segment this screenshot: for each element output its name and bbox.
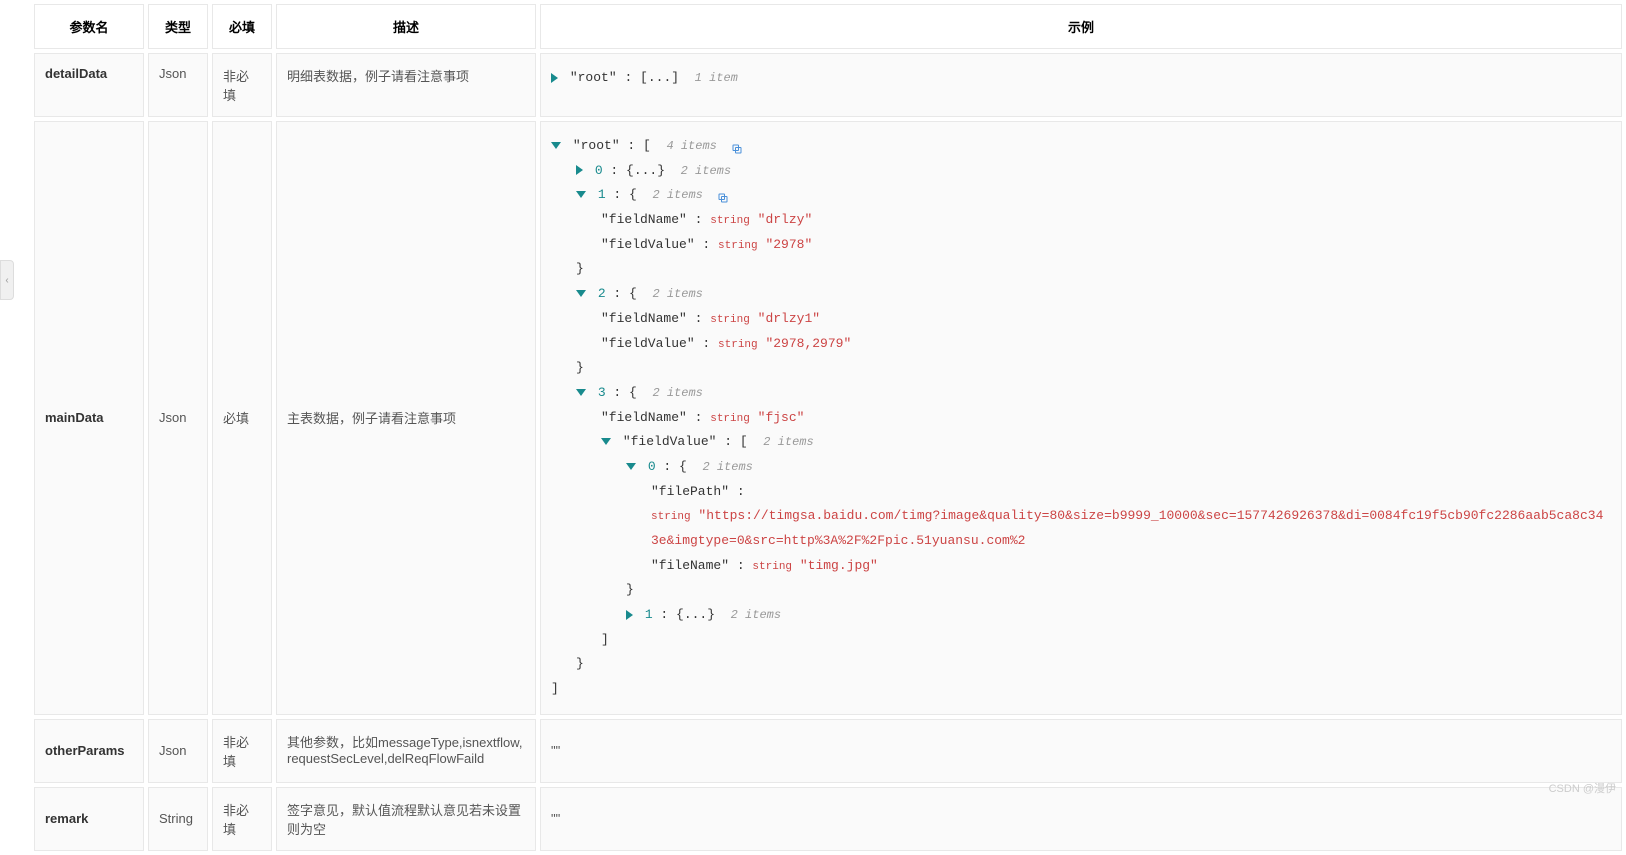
json-index: 0: [648, 459, 656, 474]
json-value: "https://timgsa.baidu.com/timg?image&qua…: [651, 508, 1603, 548]
table-row: otherParams Json 非必填 其他参数，比如messageType,…: [34, 719, 1622, 783]
cell-desc: 其他参数，比如messageType,isnextflow,requestSec…: [276, 719, 536, 783]
json-type: string: [710, 215, 750, 227]
json-key: "fieldValue": [623, 434, 717, 449]
json-type: string: [710, 413, 750, 425]
json-key: "root": [573, 138, 620, 153]
cell-type: Json: [148, 121, 208, 715]
json-key: "root": [570, 70, 617, 85]
copy-icon[interactable]: [717, 189, 729, 201]
json-type: string: [718, 339, 758, 351]
json-value: "2978": [765, 237, 812, 252]
cell-param: otherParams: [34, 719, 144, 783]
json-value: "drlzy1": [758, 311, 820, 326]
json-item-count: 1 item: [695, 71, 738, 85]
json-brace: }: [576, 656, 584, 671]
json-item-count: 2 items: [763, 435, 813, 449]
table-row: mainData Json 必填 主表数据，例子请看注意事项 "root" : …: [34, 121, 1622, 715]
json-type: string: [651, 511, 691, 523]
json-item-count: 2 items: [652, 287, 702, 301]
json-key: "filePath": [651, 484, 729, 499]
json-item-count: 2 items: [652, 386, 702, 400]
json-brace: }: [626, 582, 634, 597]
json-collapsed[interactable]: {...}: [676, 607, 715, 622]
json-value: "timg.jpg": [800, 558, 878, 573]
collapse-toggle-icon[interactable]: [576, 389, 586, 396]
collapse-toggle-icon[interactable]: [576, 290, 586, 297]
cell-param: mainData: [34, 121, 144, 715]
json-key: "fieldName": [601, 311, 687, 326]
json-key: "fieldName": [601, 410, 687, 425]
collapse-toggle-icon[interactable]: [626, 463, 636, 470]
collapse-toggle-icon[interactable]: [601, 438, 611, 445]
json-key: "fieldValue": [601, 237, 695, 252]
json-index: 1: [645, 607, 653, 622]
cell-example: "": [540, 719, 1622, 783]
json-item-count: 4 items: [666, 139, 716, 153]
expand-toggle-icon[interactable]: [551, 73, 558, 83]
json-item-count: 2 items: [652, 188, 702, 202]
json-value: "2978,2979": [765, 336, 851, 351]
header-type: 类型: [148, 4, 208, 49]
json-collapsed[interactable]: [...]: [640, 70, 679, 85]
header-desc: 描述: [276, 4, 536, 49]
header-param: 参数名: [34, 4, 144, 49]
json-item-count: 2 items: [681, 164, 731, 178]
json-item-count: 2 items: [702, 460, 752, 474]
cell-param: detailData: [34, 53, 144, 117]
cell-desc: 签字意见，默认值流程默认意见若未设置则为空: [276, 787, 536, 851]
cell-type: Json: [148, 719, 208, 783]
watermark: CSDN @漫伊: [1549, 780, 1616, 796]
side-handle[interactable]: ‹: [0, 260, 14, 300]
expand-toggle-icon[interactable]: [576, 165, 583, 175]
json-type: string: [752, 561, 792, 573]
cell-param: remark: [34, 787, 144, 851]
json-key: "fieldName": [601, 212, 687, 227]
table-header-row: 参数名 类型 必填 描述 示例: [34, 4, 1622, 49]
json-value: "drlzy": [758, 212, 813, 227]
json-brace: ]: [551, 681, 559, 696]
json-index: 1: [598, 187, 606, 202]
cell-desc: 明细表数据，例子请看注意事项: [276, 53, 536, 117]
cell-required: 必填: [212, 121, 272, 715]
json-collapsed[interactable]: {...}: [626, 163, 665, 178]
cell-required: 非必填: [212, 53, 272, 117]
cell-example: "root" : [...] 1 item: [540, 53, 1622, 117]
json-index: 2: [598, 286, 606, 301]
table-row: detailData Json 非必填 明细表数据，例子请看注意事项 "root…: [34, 53, 1622, 117]
cell-type: Json: [148, 53, 208, 117]
json-value: "fjsc": [758, 410, 805, 425]
cell-required: 非必填: [212, 787, 272, 851]
cell-example: "root" : [ 4 items 0 : {...} 2 items: [540, 121, 1622, 715]
json-brace: ]: [601, 632, 609, 647]
copy-icon[interactable]: [731, 140, 743, 152]
header-example: 示例: [540, 4, 1622, 49]
collapse-toggle-icon[interactable]: [576, 191, 586, 198]
header-required: 必填: [212, 4, 272, 49]
json-brace: }: [576, 261, 584, 276]
cell-type: String: [148, 787, 208, 851]
cell-required: 非必填: [212, 719, 272, 783]
json-type: string: [710, 314, 750, 326]
cell-desc: 主表数据，例子请看注意事项: [276, 121, 536, 715]
cell-example: "": [540, 787, 1622, 851]
json-key: "fieldValue": [601, 336, 695, 351]
json-brace: }: [576, 360, 584, 375]
json-type: string: [718, 240, 758, 252]
expand-toggle-icon[interactable]: [626, 610, 633, 620]
collapse-toggle-icon[interactable]: [551, 142, 561, 149]
table-row: remark String 非必填 签字意见，默认值流程默认意见若未设置则为空 …: [34, 787, 1622, 851]
json-index: 0: [595, 163, 603, 178]
json-index: 3: [598, 385, 606, 400]
json-key: "fileName": [651, 558, 729, 573]
params-table: 参数名 类型 必填 描述 示例 detailData Json 非必填 明细表数…: [30, 0, 1626, 855]
json-item-count: 2 items: [731, 608, 781, 622]
